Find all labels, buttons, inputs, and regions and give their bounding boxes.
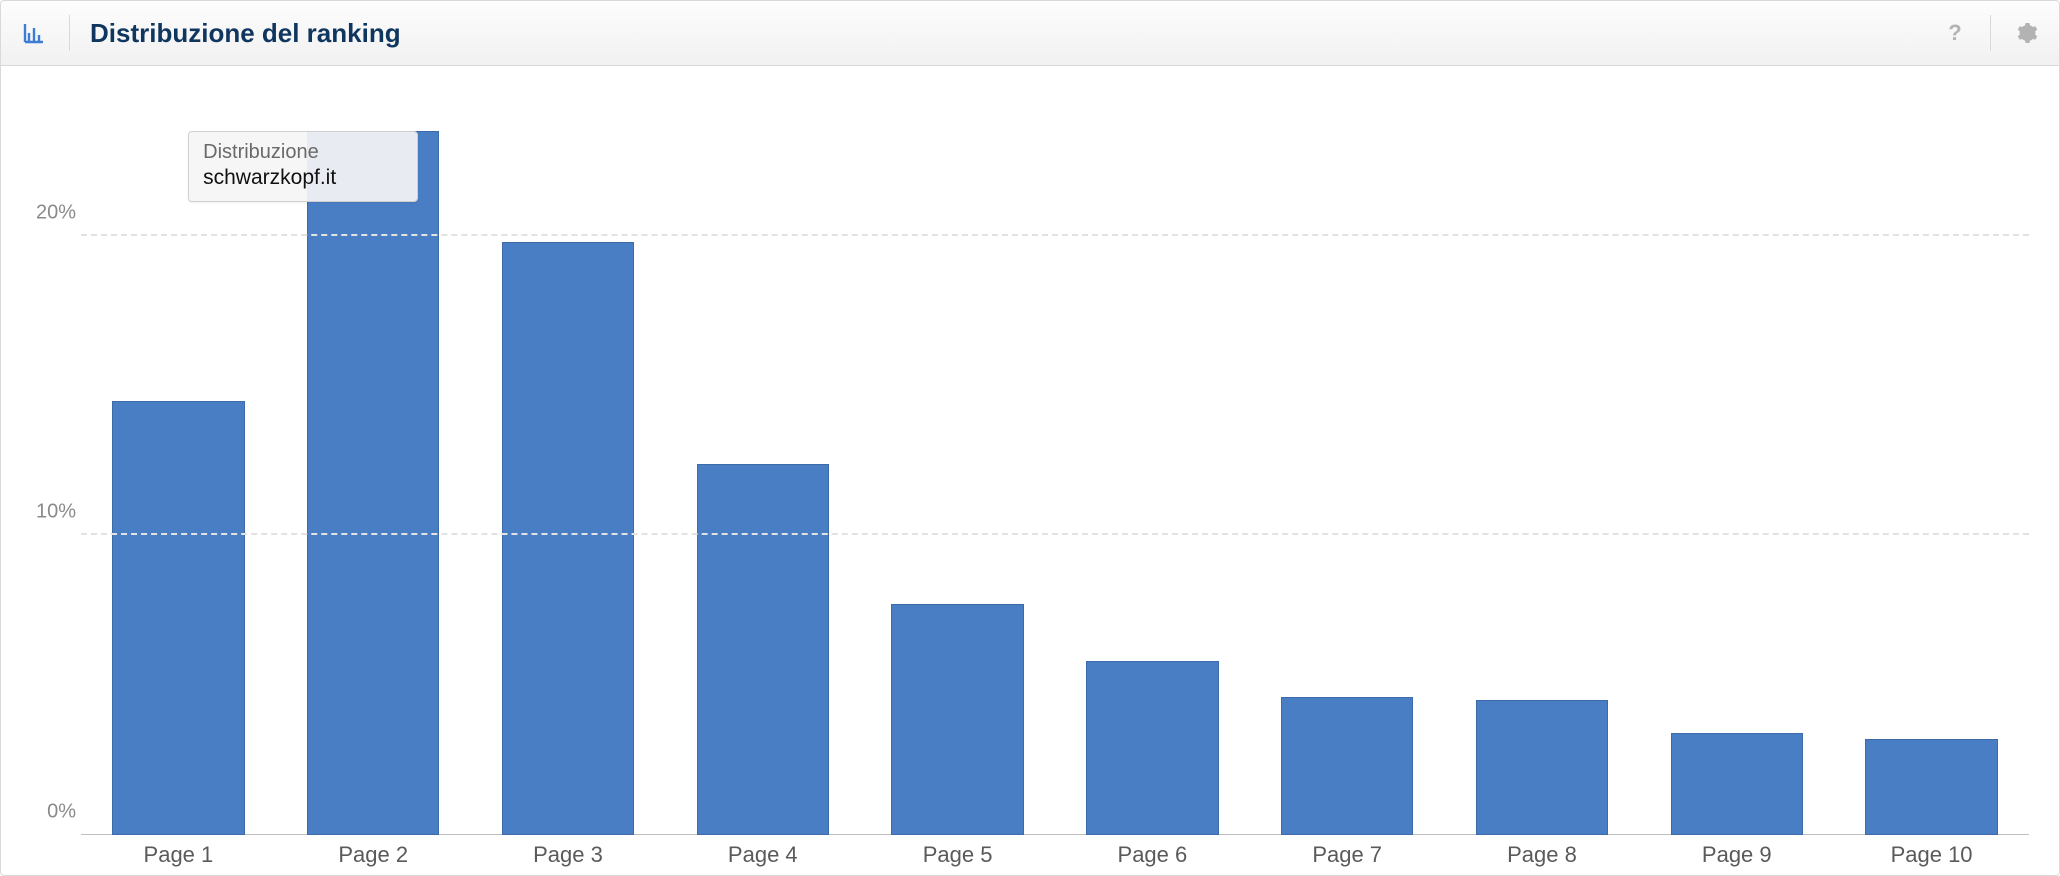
x-axis-label: Page 3	[471, 835, 666, 875]
x-axis-label: Page 4	[665, 835, 860, 875]
bar[interactable]	[502, 242, 634, 835]
gear-icon[interactable]	[2011, 18, 2041, 48]
y-axis-tick: 20%	[21, 201, 76, 224]
panel-title: Distribuzione del ranking	[90, 18, 401, 49]
help-icon[interactable]: ?	[1940, 18, 1970, 48]
bar-slot	[1834, 86, 2029, 835]
chart-area: 0%10%20% Page 1Page 2Page 3Page 4Page 5P…	[1, 66, 2059, 875]
x-axis-label: Page 6	[1055, 835, 1250, 875]
bar[interactable]	[1476, 700, 1608, 835]
panel: Distribuzione del ranking ? 0% 10% 20% Pag…	[0, 0, 2060, 876]
chart-tooltip: Distribuzione schwarzkopf.it	[188, 131, 418, 202]
x-axis-label: Page 8	[1445, 835, 1640, 875]
bar-slot	[1639, 86, 1834, 835]
bar[interactable]	[1865, 739, 1997, 835]
bar[interactable]	[112, 401, 244, 835]
panel-header: Distribuzione del ranking ?	[1, 1, 2059, 66]
svg-text:?: ?	[1948, 21, 1961, 45]
bar-slot	[665, 86, 860, 835]
y-axis-tick: 0%	[21, 801, 76, 824]
bar[interactable]	[1671, 733, 1803, 835]
x-axis-label: Page 7	[1250, 835, 1445, 875]
bar-slot	[1250, 86, 1445, 835]
header-divider	[1990, 15, 1991, 51]
x-axis-label: Page 1	[81, 835, 276, 875]
bar[interactable]	[697, 464, 829, 836]
tooltip-value: schwarzkopf.it	[203, 165, 403, 191]
x-axis-label: Page 5	[860, 835, 1055, 875]
bar[interactable]	[891, 604, 1023, 835]
bar-slot	[1445, 86, 1640, 835]
y-axis-tick: 10%	[21, 501, 76, 524]
tooltip-title: Distribuzione	[203, 140, 403, 165]
bar-slot	[471, 86, 666, 835]
x-axis-label: Page 2	[276, 835, 471, 875]
header-divider	[69, 15, 70, 51]
x-axis-label: Page 9	[1639, 835, 1834, 875]
bar-chart-icon	[19, 18, 49, 48]
bar-slot	[860, 86, 1055, 835]
x-axis-label: Page 10	[1834, 835, 2029, 875]
gridline	[81, 234, 2029, 236]
bar[interactable]	[307, 131, 439, 835]
bar[interactable]	[1086, 661, 1218, 835]
bar[interactable]	[1281, 697, 1413, 835]
gridline	[81, 533, 2029, 535]
bar-slot	[1055, 86, 1250, 835]
x-axis-labels: Page 1Page 2Page 3Page 4Page 5Page 6Page…	[81, 835, 2029, 875]
